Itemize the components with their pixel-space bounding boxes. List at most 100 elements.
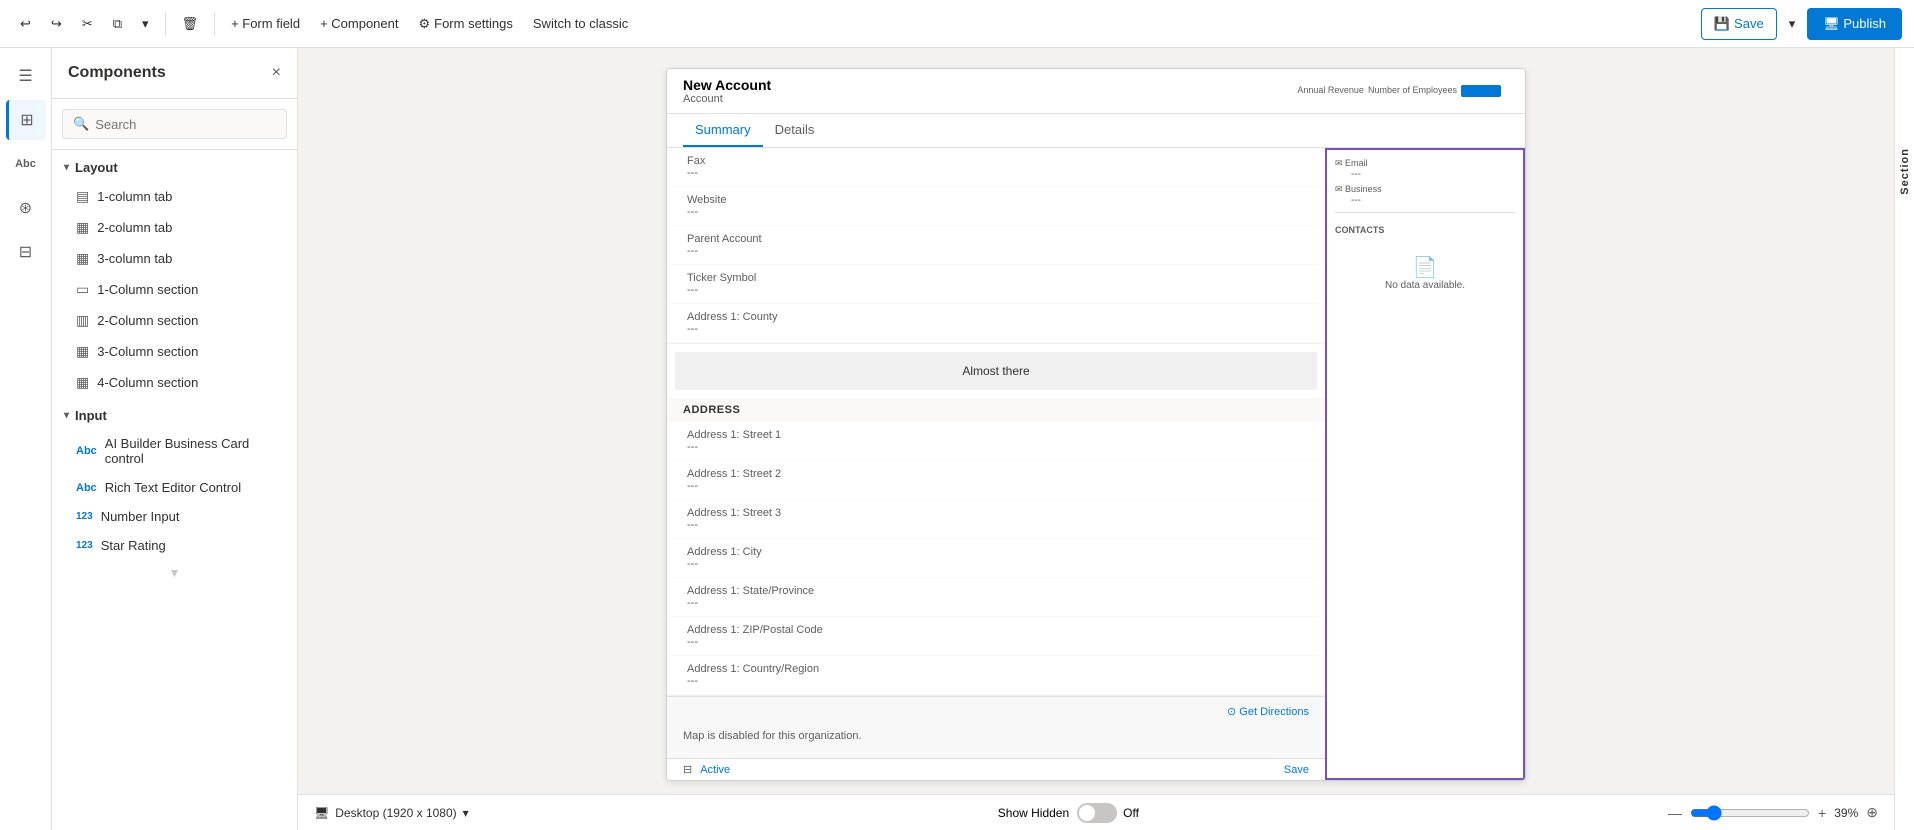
form-field-country: Address 1: Country/Region --- (683, 660, 1309, 690)
delete-button[interactable]: 🗑 (174, 10, 207, 38)
desktop-selector[interactable]: 🖥 Desktop (1920 x 1080) ▾ (314, 806, 469, 820)
switch-classic-button[interactable]: Switch to classic (525, 10, 636, 37)
business-icon: ✉ (1335, 184, 1343, 194)
number-input-icon: 123 (76, 511, 93, 522)
toggle-switch[interactable]: Off (1077, 803, 1139, 823)
sidebar-item-ai-builder[interactable]: Abc AI Builder Business Card control (52, 429, 297, 473)
business-value: --- (1335, 195, 1515, 206)
zoom-in-button[interactable]: + (1818, 805, 1826, 821)
almost-there-text: Almost there (962, 364, 1029, 378)
publish-icon: 🖥 (1823, 16, 1840, 31)
form-right-panel: ✉ Email --- ✉ Business --- CONTACTS (1325, 148, 1525, 780)
form-tabs: Summary Details (667, 114, 1525, 148)
dropdown-button[interactable]: ▾ (134, 10, 157, 38)
copy-button[interactable]: ⧉ (105, 10, 130, 38)
country-value: --- (687, 675, 1305, 687)
sidebar-search-area: 🔍 (52, 99, 297, 150)
county-label: Address 1: County (687, 311, 1305, 323)
sidebar-item-2col-section[interactable]: ▥ 2-Column section (52, 305, 297, 336)
form-settings-button[interactable]: ⚙ Form settings (410, 10, 520, 38)
2col-tab-icon: ▦ (76, 219, 89, 236)
main-layout: ☰ ⊞ Abc ⊛ ⊟ Components × 🔍 ▾ (0, 48, 1914, 830)
sidebar-item-number-input[interactable]: 123 Number Input (52, 502, 297, 531)
form-save-link[interactable]: Save (1284, 764, 1309, 776)
divider-2 (214, 12, 215, 36)
form-body: Fax --- Website --- (667, 148, 1525, 780)
form-field-fax: Fax --- (683, 152, 1309, 182)
sidebar-item-3col-tab[interactable]: ▦ 3-column tab (52, 243, 297, 274)
sidebar-item-1col-tab[interactable]: ▤ 1-column tab (52, 181, 297, 212)
sidebar-content: ▾ Layout ▤ 1-column tab ▦ 2-column tab ▦… (52, 150, 297, 830)
sidebar-title: Components (68, 64, 166, 82)
undo-button[interactable]: ↩ (12, 10, 39, 38)
save-dropdown-button[interactable]: ▾ (1781, 10, 1804, 38)
form-row-zip: Address 1: ZIP/Postal Code --- (667, 617, 1325, 656)
save-icon: 💾 (1714, 16, 1730, 32)
zoom-slider[interactable] (1690, 805, 1810, 821)
sidebar-item-rich-text[interactable]: Abc Rich Text Editor Control (52, 473, 297, 502)
sidebar-item-tree-view[interactable]: ⊛ (6, 188, 46, 228)
sidebar-item-2col-tab[interactable]: ▦ 2-column tab (52, 212, 297, 243)
zip-label: Address 1: ZIP/Postal Code (687, 624, 1305, 636)
star-rating-label: Star Rating (101, 538, 166, 553)
form-row-street2: Address 1: Street 2 --- (667, 461, 1325, 500)
no-data-icon: 📄 (1343, 255, 1507, 280)
menu-icon: ☰ (18, 66, 32, 86)
cut-button[interactable]: ✂ (74, 10, 101, 38)
form-field-street3: Address 1: Street 3 --- (683, 504, 1309, 534)
county-value: --- (687, 323, 1305, 335)
2col-section-label: 2-Column section (97, 313, 198, 328)
layout-section-header[interactable]: ▾ Layout (52, 150, 297, 181)
3col-section-label: 3-Column section (97, 344, 198, 359)
sidebar-item-form-libraries[interactable]: ⊟ (6, 232, 46, 272)
sidebar-item-3col-section[interactable]: ▦ 3-Column section (52, 336, 297, 367)
sidebar-item-table-columns[interactable]: Abc (6, 144, 46, 184)
save-chevron-icon: ▾ (1789, 16, 1796, 32)
tab-summary[interactable]: Summary (683, 114, 763, 147)
save-button[interactable]: 💾 Save (1701, 8, 1777, 40)
publish-label: Publish (1843, 16, 1886, 31)
components-icon: ⊞ (20, 110, 33, 130)
city-label: Address 1: City (687, 546, 1305, 558)
input-section-label: Input (75, 408, 107, 423)
no-data-area: 📄 No data available. (1335, 239, 1515, 307)
search-input[interactable] (95, 117, 276, 132)
nav-menu-button[interactable]: ☰ (6, 56, 46, 96)
sidebar-item-4col-section[interactable]: ▦ 4-Column section (52, 367, 297, 398)
fit-button[interactable]: ⊕ (1866, 804, 1878, 821)
annual-revenue-label: Annual Revenue (1297, 85, 1364, 97)
sidebar-item-components[interactable]: ⊞ (6, 100, 46, 140)
trash-icon: 🗑 (182, 16, 199, 32)
get-directions-link[interactable]: ⊙ Get Directions (1227, 705, 1309, 718)
search-box[interactable]: 🔍 (62, 109, 287, 139)
1col-section-icon: ▭ (76, 281, 89, 298)
business-label: ✉ Business (1335, 184, 1515, 195)
sidebar-panel: Components × 🔍 ▾ Layout ▤ 1-column tab ▦… (52, 48, 298, 830)
sidebar-item-star-rating[interactable]: 123 Star Rating (52, 531, 297, 560)
toggle-track[interactable] (1077, 803, 1117, 823)
directions-label: Get Directions (1239, 706, 1309, 718)
form-title-area: New Account Account (683, 77, 771, 105)
right-collapse-panel[interactable]: Section (1894, 48, 1914, 830)
sidebar-item-1col-section[interactable]: ▭ 1-Column section (52, 274, 297, 305)
address-section: ADDRESS Address 1: Street 1 --- Address … (667, 398, 1325, 696)
component-button[interactable]: + Component (312, 10, 406, 37)
form-field-button[interactable]: + Form field (223, 10, 308, 37)
form-field-street1: Address 1: Street 1 --- (683, 426, 1309, 456)
redo-button[interactable]: ↪ (43, 10, 70, 38)
4col-section-icon: ▦ (76, 374, 89, 391)
form-title: New Account (683, 77, 771, 93)
form-status-icon: ⊟ (683, 763, 692, 776)
form-field-street2: Address 1: Street 2 --- (683, 465, 1309, 495)
map-section: ⊙ Get Directions Map is disabled for thi… (667, 696, 1325, 758)
publish-button[interactable]: 🖥 Publish (1807, 8, 1902, 40)
canvas-scroll[interactable]: New Account Account Annual Revenue Numbe… (298, 48, 1894, 794)
tab-details[interactable]: Details (763, 114, 827, 147)
form-field-state: Address 1: State/Province --- (683, 582, 1309, 612)
input-section-header[interactable]: ▾ Input (52, 398, 297, 429)
zoom-out-button[interactable]: — (1668, 805, 1682, 821)
form-row-state: Address 1: State/Province --- (667, 578, 1325, 617)
sidebar-close-button[interactable]: × (272, 64, 281, 82)
layout-section-label: Layout (75, 160, 118, 175)
3col-section-icon: ▦ (76, 343, 89, 360)
